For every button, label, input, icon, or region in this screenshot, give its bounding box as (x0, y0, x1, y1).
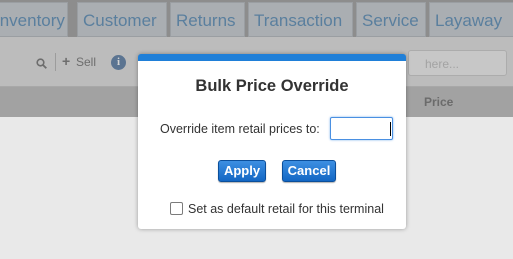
main-nav: Inventory Customer Returns Transaction S… (0, 0, 513, 37)
tab-layaway-label: Layaway (435, 11, 503, 30)
search-placeholder: here... (425, 57, 460, 71)
tab-inventory[interactable]: Inventory (0, 2, 68, 37)
bulk-price-override-dialog: Bulk Price Override Override item retail… (138, 54, 406, 229)
tab-service-label: Service (362, 11, 419, 30)
tab-transaction[interactable]: Transaction (248, 2, 353, 37)
override-price-input[interactable] (330, 117, 393, 140)
tab-transaction-label: Transaction (254, 11, 343, 30)
dialog-title: Bulk Price Override (195, 77, 349, 95)
tab-returns-label: Returns (176, 11, 236, 30)
text-caret (390, 122, 391, 136)
tab-customer[interactable]: Customer (77, 2, 167, 37)
tab-service[interactable]: Service (356, 2, 426, 37)
sell-button[interactable]: Sell (76, 56, 96, 68)
column-header-price[interactable]: Price (424, 95, 453, 109)
override-price-label: Override item retail prices to: (160, 122, 320, 136)
default-retail-checkbox[interactable] (170, 202, 183, 215)
toolbar-divider (55, 53, 56, 71)
tab-inventory-label: Inventory (0, 11, 65, 30)
search-icon[interactable] (36, 58, 47, 69)
apply-button[interactable]: Apply (218, 160, 266, 182)
tab-layaway[interactable]: Layaway (429, 2, 513, 37)
info-icon[interactable]: i (111, 55, 126, 70)
tab-customer-label: Customer (83, 11, 157, 30)
default-retail-checkbox-label[interactable]: Set as default retail for this terminal (188, 202, 384, 216)
plus-icon[interactable]: + (62, 54, 70, 68)
tab-returns[interactable]: Returns (170, 2, 245, 37)
cancel-button[interactable]: Cancel (282, 160, 336, 182)
search-input[interactable]: here... (408, 50, 507, 76)
